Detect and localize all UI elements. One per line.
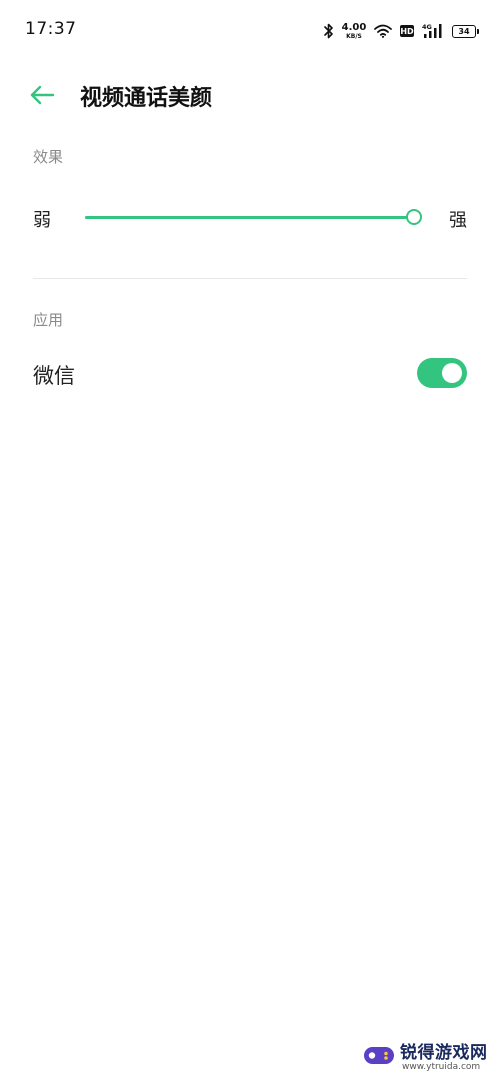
watermark-url: www.ytruida.com	[402, 1062, 481, 1072]
app-name: 微信	[33, 364, 75, 388]
battery-icon: 34	[452, 24, 479, 38]
gamepad-logo-icon	[364, 1047, 394, 1064]
net-speed: 4.00 KB/S	[341, 21, 367, 40]
slider-max-label: 强	[449, 210, 467, 231]
back-button[interactable]	[28, 80, 58, 110]
slider-min-label: 弱	[33, 210, 51, 231]
status-time: 17:37	[25, 19, 77, 39]
status-bar: 17:37 4.00 KB/S HD 4G 34	[0, 0, 500, 60]
page-title: 视频通话美颜	[80, 86, 213, 111]
beauty-level-slider[interactable]	[85, 209, 422, 225]
section-label-effect: 效果	[33, 148, 64, 166]
hd-icon: HD	[400, 25, 414, 37]
slider-thumb[interactable]	[405, 209, 422, 225]
app-row-wechat[interactable]: 微信	[33, 352, 467, 396]
net-speed-unit: KB/S	[346, 32, 362, 40]
cellular-signal-icon: 4G	[422, 23, 442, 38]
app-header: 视频通话美颜	[0, 68, 500, 122]
arrow-left-icon	[30, 85, 55, 105]
net-speed-value: 4.00	[341, 21, 367, 33]
battery-level: 34	[458, 26, 470, 36]
network-type-label: 4G	[422, 23, 432, 31]
status-icons: 4.00 KB/S HD 4G 34	[324, 18, 479, 44]
site-watermark: 锐得游戏网 www.ytruida.com	[362, 1032, 492, 1078]
wifi-icon	[374, 24, 392, 38]
section-divider	[33, 278, 467, 279]
section-label-apps: 应用	[33, 311, 64, 329]
beauty-level-slider-row: 弱 强	[33, 198, 467, 238]
bluetooth-icon	[324, 23, 333, 39]
wechat-beauty-toggle[interactable]	[417, 358, 467, 388]
watermark-text: 锐得游戏网	[400, 1043, 488, 1063]
toggle-knob	[442, 363, 462, 383]
slider-fill	[85, 216, 414, 219]
